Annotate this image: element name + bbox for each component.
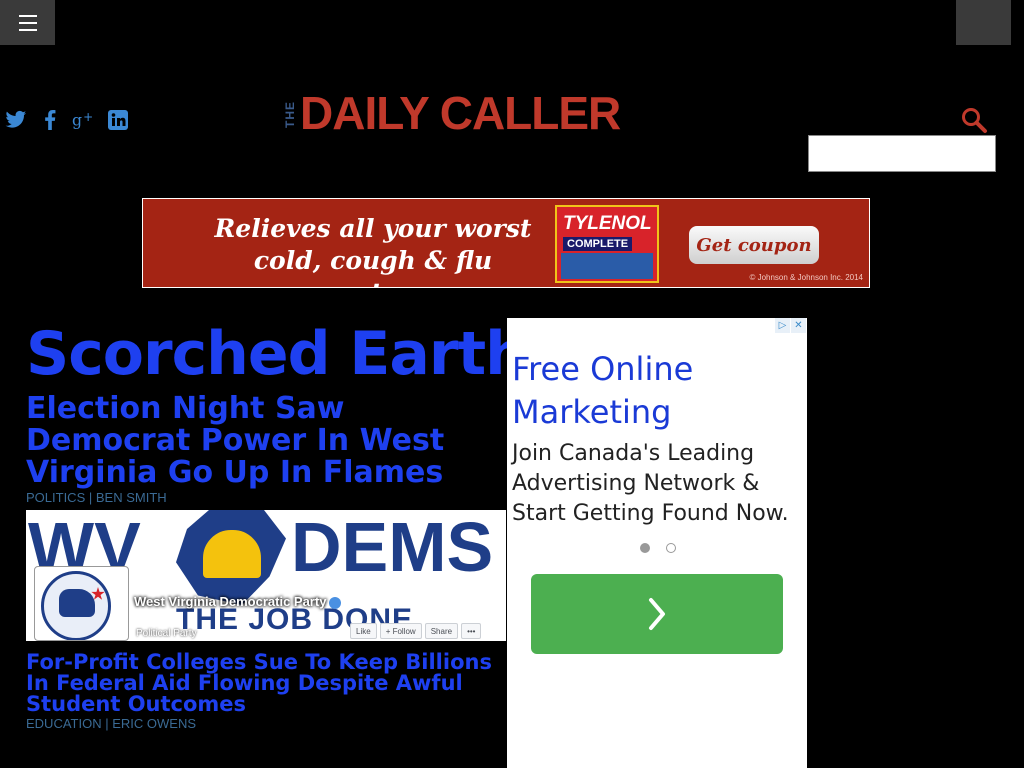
fb-page-type: Political Party: [136, 628, 197, 639]
sidebar-ad-cta-button[interactable]: [531, 574, 783, 654]
product-sub: COMPLETE: [563, 237, 633, 251]
banner-ad[interactable]: Relieves all your worst cold, cough & fl…: [142, 198, 870, 288]
meta-separator: |: [88, 490, 93, 505]
banner-ad-headline: Relieves all your worst cold, cough & fl…: [203, 213, 543, 287]
fb-share-button[interactable]: Share: [424, 623, 459, 639]
lead-story-author[interactable]: BEN SMITH: [96, 490, 167, 505]
close-icon[interactable]: ✕: [791, 318, 806, 333]
lead-story-category[interactable]: POLITICS: [26, 490, 85, 505]
site-logo[interactable]: THE DAILY CALLER: [283, 87, 621, 139]
google-plus-icon[interactable]: g +: [71, 108, 97, 132]
ad-controls: ▷ ✕: [775, 318, 806, 333]
second-story-meta: EDUCATION | ERIC OWENS: [26, 716, 196, 731]
sidebar-ad-headline[interactable]: Free Online Marketing: [512, 348, 802, 434]
party-seal-avatar: [34, 566, 129, 641]
second-story-category[interactable]: EDUCATION: [26, 716, 102, 731]
second-story-author[interactable]: ERIC OWENS: [112, 716, 196, 731]
get-coupon-button[interactable]: Get coupon: [689, 226, 819, 264]
top-right-panel[interactable]: [956, 0, 1011, 45]
hamburger-menu-icon-line: [18, 21, 37, 24]
image-text-dems: DEMS: [291, 510, 494, 586]
product-box-stripe: [561, 253, 653, 279]
fb-like-button[interactable]: Like: [350, 623, 377, 639]
menu-button[interactable]: [0, 0, 55, 45]
banner-ad-legal: © Johnson & Johnson Inc. 2014: [749, 273, 863, 282]
product-name: TYLENOL: [563, 213, 652, 234]
banner-ad-line1: Relieves all your worst: [214, 214, 532, 243]
product-package-image: TYLENOL COMPLETE: [555, 205, 659, 283]
fb-follow-button[interactable]: + Follow: [379, 623, 422, 639]
banner-ad-line2: cold, cough & flu symptoms.: [253, 246, 493, 287]
sidebar-ad-body: Join Canada's Leading Advertising Networ…: [512, 441, 789, 526]
verified-badge-icon: [329, 596, 342, 609]
facebook-icon[interactable]: [38, 108, 62, 132]
fb-more-button[interactable]: •••: [461, 623, 482, 639]
second-story-title[interactable]: For-Profit Colleges Sue To Keep Billions…: [26, 652, 496, 715]
twitter-icon[interactable]: [4, 108, 28, 132]
fb-page-name: West Virginia Democratic Party: [134, 594, 354, 610]
logo-the-text: THE: [283, 101, 297, 129]
adchoices-icon[interactable]: ▷: [775, 318, 790, 333]
sidebar-ad[interactable]: ▷ ✕ Free Online Marketing Join Canada's …: [507, 318, 807, 768]
lead-story-title[interactable]: Election Night Saw Democrat Power In Wes…: [26, 393, 496, 489]
lead-story-meta: POLITICS | BEN SMITH: [26, 490, 167, 505]
chevron-right-icon: [649, 598, 665, 630]
meta-separator: |: [105, 716, 109, 731]
svg-text:g: g: [72, 111, 82, 130]
linkedin-icon[interactable]: [106, 108, 130, 132]
svg-text:+: +: [83, 110, 93, 124]
carousel-dot-2[interactable]: [666, 543, 676, 553]
search-input[interactable]: [808, 135, 996, 172]
lead-story-image[interactable]: WV DEMS THE JOB DONE West Virginia Democ…: [26, 510, 506, 641]
fb-button-group: Like + Follow Share •••: [350, 623, 482, 639]
hardhat-icon: [201, 528, 263, 580]
hamburger-menu-icon: [18, 14, 37, 17]
carousel-dots: [640, 543, 676, 553]
donkey-icon: [59, 589, 95, 617]
fb-page-name-text: West Virginia Democratic Party: [134, 594, 327, 609]
search-icon[interactable]: [960, 106, 988, 134]
carousel-dot-1[interactable]: [640, 543, 650, 553]
logo-main-text: DAILY CALLER: [300, 87, 621, 139]
kicker-headline[interactable]: Scorched Earth: [26, 318, 528, 390]
hamburger-menu-icon-line: [18, 28, 37, 31]
